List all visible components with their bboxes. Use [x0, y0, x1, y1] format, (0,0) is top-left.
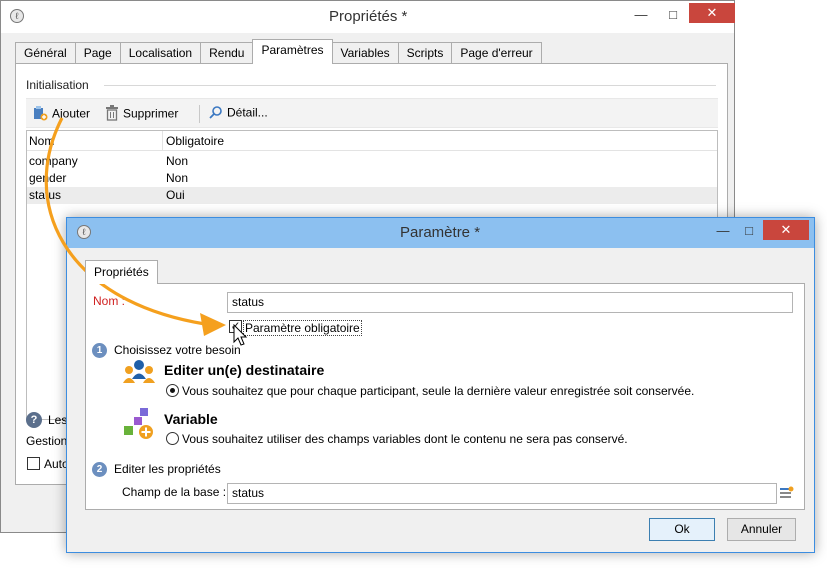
mandatory-checkbox[interactable]: ✓ — [229, 320, 242, 333]
step-1-label: Choisissez votre besoin — [114, 343, 241, 357]
row-name: gender — [29, 171, 67, 185]
option-recipient-description[interactable]: Vous souhaitez que pour chaque participa… — [182, 384, 694, 398]
field-picker-icon[interactable] — [778, 485, 794, 501]
option-variable-description[interactable]: Vous souhaitez utiliser des champs varia… — [182, 432, 628, 446]
dialog-tabs: Propriétés — [85, 260, 158, 284]
params-toolbar: Ajouter Supprimer Détail... — [26, 98, 718, 128]
cancel-button[interactable]: Annuler — [727, 518, 796, 541]
radio-variable[interactable] — [166, 432, 179, 445]
magnifier-icon — [209, 105, 223, 122]
radio-recipient[interactable] — [166, 384, 179, 397]
properties-title: Propriétés * — [329, 8, 408, 25]
maximize-button[interactable]: □ — [659, 5, 687, 25]
option-recipient-title: Editer un(e) destinataire — [164, 362, 325, 378]
group-divider — [104, 85, 716, 86]
delete-button[interactable]: Supprimer — [105, 105, 178, 124]
info-label: Les — [48, 413, 68, 427]
add-button[interactable]: Ajouter — [32, 105, 90, 124]
ok-button[interactable]: Ok — [649, 518, 715, 541]
tab-localisation[interactable]: Localisation — [119, 42, 202, 64]
col-header-required[interactable]: Obligatoire — [166, 134, 224, 148]
properties-titlebar: ℓ Propriétés * — □ ✕ — [1, 1, 735, 33]
detail-button[interactable]: Détail... — [209, 105, 268, 122]
tab-variables[interactable]: Variables — [331, 42, 399, 64]
row-required: Oui — [166, 188, 185, 202]
db-field-input[interactable]: status — [227, 483, 777, 504]
db-field-label: Champ de la base : — [122, 485, 227, 499]
list-header: Nom Obligatoire — [27, 131, 717, 151]
add-icon — [32, 105, 48, 124]
dialog-maximize-button[interactable]: □ — [735, 221, 763, 241]
auto-label: Auto — [44, 457, 69, 471]
dialog-titlebar: ℓ Paramètre * — □ ✕ — [67, 218, 814, 248]
mandatory-label[interactable]: Paramètre obligatoire — [243, 320, 362, 336]
row-name: company — [29, 154, 78, 168]
row-required: Non — [166, 171, 189, 185]
parametre-dialog: ℓ Paramètre * — □ ✕ Propriétés Nom : sta… — [66, 217, 815, 553]
tab-rendu[interactable]: Rendu — [200, 42, 254, 64]
close-button[interactable]: ✕ — [689, 3, 735, 23]
col-header-name[interactable]: Nom — [29, 134, 54, 148]
name-label: Nom : — [93, 294, 126, 308]
toolbar-separator — [199, 105, 200, 123]
table-row[interactable]: gender Non — [27, 170, 717, 187]
gestion-label: Gestion — [26, 434, 68, 448]
tab-general[interactable]: Général — [15, 42, 76, 64]
variable-icon — [122, 408, 156, 440]
step-2-label: Editer les propriétés — [114, 462, 221, 476]
auto-checkbox[interactable] — [27, 457, 40, 470]
tab-page-erreur[interactable]: Page d'erreur — [451, 42, 542, 64]
option-variable-title: Variable — [164, 411, 218, 427]
tab-proprietes[interactable]: Propriétés — [85, 260, 158, 284]
name-field[interactable]: status — [227, 292, 793, 313]
tab-parametres[interactable]: Paramètres — [252, 39, 333, 64]
row-name: status — [29, 188, 62, 202]
table-row-selected[interactable]: status Oui — [27, 187, 717, 204]
step-1-badge: 1 — [92, 343, 107, 358]
dialog-title: Paramètre * — [400, 224, 481, 241]
dialog-panel: Nom : status ✓ Paramètre obligatoire 1 C… — [85, 283, 805, 510]
tab-scripts[interactable]: Scripts — [397, 42, 453, 64]
group-label-initialisation: Initialisation — [26, 78, 89, 92]
dialog-close-button[interactable]: ✕ — [763, 220, 809, 240]
properties-tabs: Général Page Localisation Rendu Paramètr… — [15, 39, 542, 64]
minimize-button[interactable]: — — [627, 5, 655, 25]
app-icon: ℓ — [10, 9, 24, 23]
step-2-badge: 2 — [92, 462, 107, 477]
row-required: Non — [166, 154, 189, 168]
add-label: Ajouter — [52, 106, 91, 121]
help-icon: ? — [26, 412, 42, 428]
tab-page[interactable]: Page — [74, 42, 121, 64]
dialog-app-icon: ℓ — [77, 225, 91, 239]
detail-label: Détail... — [227, 105, 268, 120]
table-row[interactable]: company Non — [27, 153, 717, 170]
recipients-icon — [122, 359, 156, 389]
delete-label: Supprimer — [123, 106, 179, 121]
dialog-minimize-button[interactable]: — — [709, 221, 737, 241]
trash-icon — [105, 105, 119, 124]
